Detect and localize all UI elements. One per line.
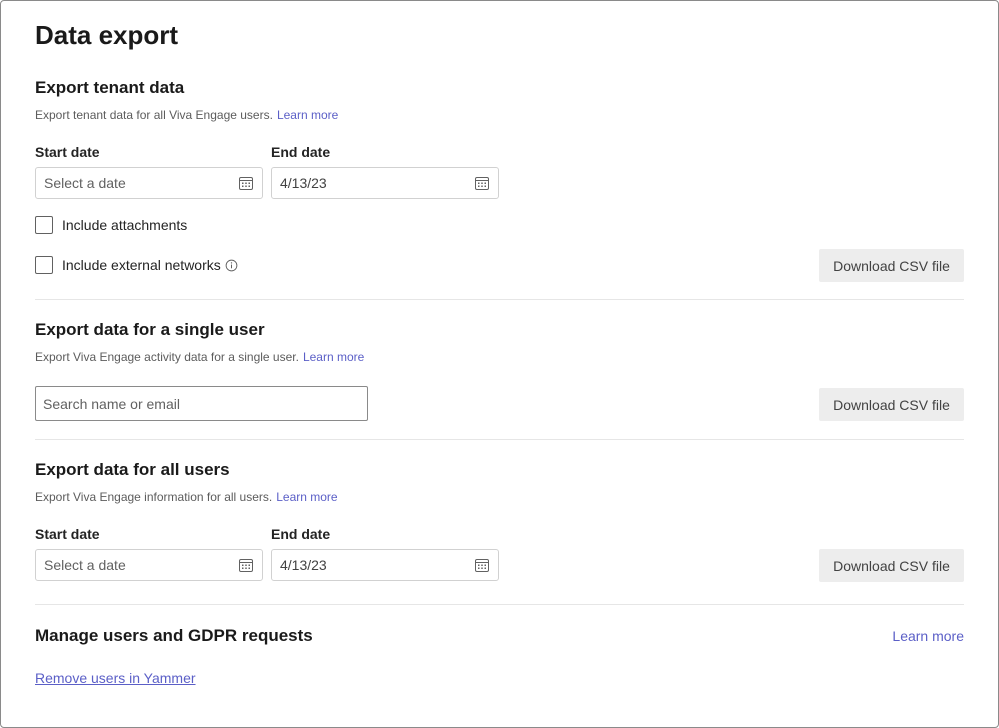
all-users-start-date-placeholder: Select a date xyxy=(44,557,126,573)
section-divider xyxy=(35,439,964,440)
calendar-icon[interactable] xyxy=(474,175,490,191)
all-users-end-date-label: End date xyxy=(271,526,331,542)
calendar-icon[interactable] xyxy=(238,175,254,191)
tenant-start-date-label: Start date xyxy=(35,144,100,160)
tenant-end-date-value: 4/13/23 xyxy=(280,175,327,191)
section-divider xyxy=(35,299,964,300)
page-title: Data export xyxy=(35,20,179,50)
single-user-section-title: Export data for a single user xyxy=(35,320,265,339)
tenant-section-description: Export tenant data for all Viva Engage u… xyxy=(35,108,338,122)
info-icon[interactable] xyxy=(225,259,238,272)
tenant-start-date-placeholder: Select a date xyxy=(44,175,126,191)
single-user-learn-more-link[interactable]: Learn more xyxy=(303,350,364,364)
tenant-end-date-picker[interactable]: 4/13/23 xyxy=(271,167,499,199)
include-external-networks-row[interactable]: Include external networks xyxy=(35,256,238,274)
single-user-description-text: Export Viva Engage activity data for a s… xyxy=(35,350,299,364)
single-user-download-csv-button[interactable]: Download CSV file xyxy=(819,388,964,421)
tenant-learn-more-link[interactable]: Learn more xyxy=(277,108,338,122)
include-external-networks-label: Include external networks xyxy=(62,257,221,273)
tenant-section-title: Export tenant data xyxy=(35,78,185,97)
remove-users-link[interactable]: Remove users in Yammer xyxy=(35,670,196,686)
section-divider xyxy=(35,604,964,605)
all-users-learn-more-link[interactable]: Learn more xyxy=(276,490,337,504)
all-users-start-date-label: Start date xyxy=(35,526,100,542)
tenant-start-date-picker[interactable]: Select a date xyxy=(35,167,263,199)
tenant-download-csv-button[interactable]: Download CSV file xyxy=(819,249,964,282)
gdpr-learn-more-link[interactable]: Learn more xyxy=(892,628,964,644)
search-user-input[interactable] xyxy=(35,386,368,421)
include-attachments-row[interactable]: Include attachments xyxy=(35,216,187,234)
all-users-end-date-value: 4/13/23 xyxy=(280,557,327,573)
calendar-icon[interactable] xyxy=(474,557,490,573)
all-users-description-text: Export Viva Engage information for all u… xyxy=(35,490,273,504)
include-external-networks-checkbox[interactable] xyxy=(35,256,53,274)
gdpr-section-title: Manage users and GDPR requests xyxy=(35,626,313,645)
tenant-description-text: Export tenant data for all Viva Engage u… xyxy=(35,108,273,122)
all-users-section-description: Export Viva Engage information for all u… xyxy=(35,490,338,504)
single-user-section-description: Export Viva Engage activity data for a s… xyxy=(35,350,364,364)
tenant-end-date-label: End date xyxy=(271,144,331,160)
calendar-icon[interactable] xyxy=(238,557,254,573)
all-users-start-date-picker[interactable]: Select a date xyxy=(35,549,263,581)
all-users-section-title: Export data for all users xyxy=(35,460,230,479)
include-attachments-checkbox[interactable] xyxy=(35,216,53,234)
all-users-download-csv-button[interactable]: Download CSV file xyxy=(819,549,964,582)
include-attachments-label: Include attachments xyxy=(62,217,188,233)
all-users-end-date-picker[interactable]: 4/13/23 xyxy=(271,549,499,581)
